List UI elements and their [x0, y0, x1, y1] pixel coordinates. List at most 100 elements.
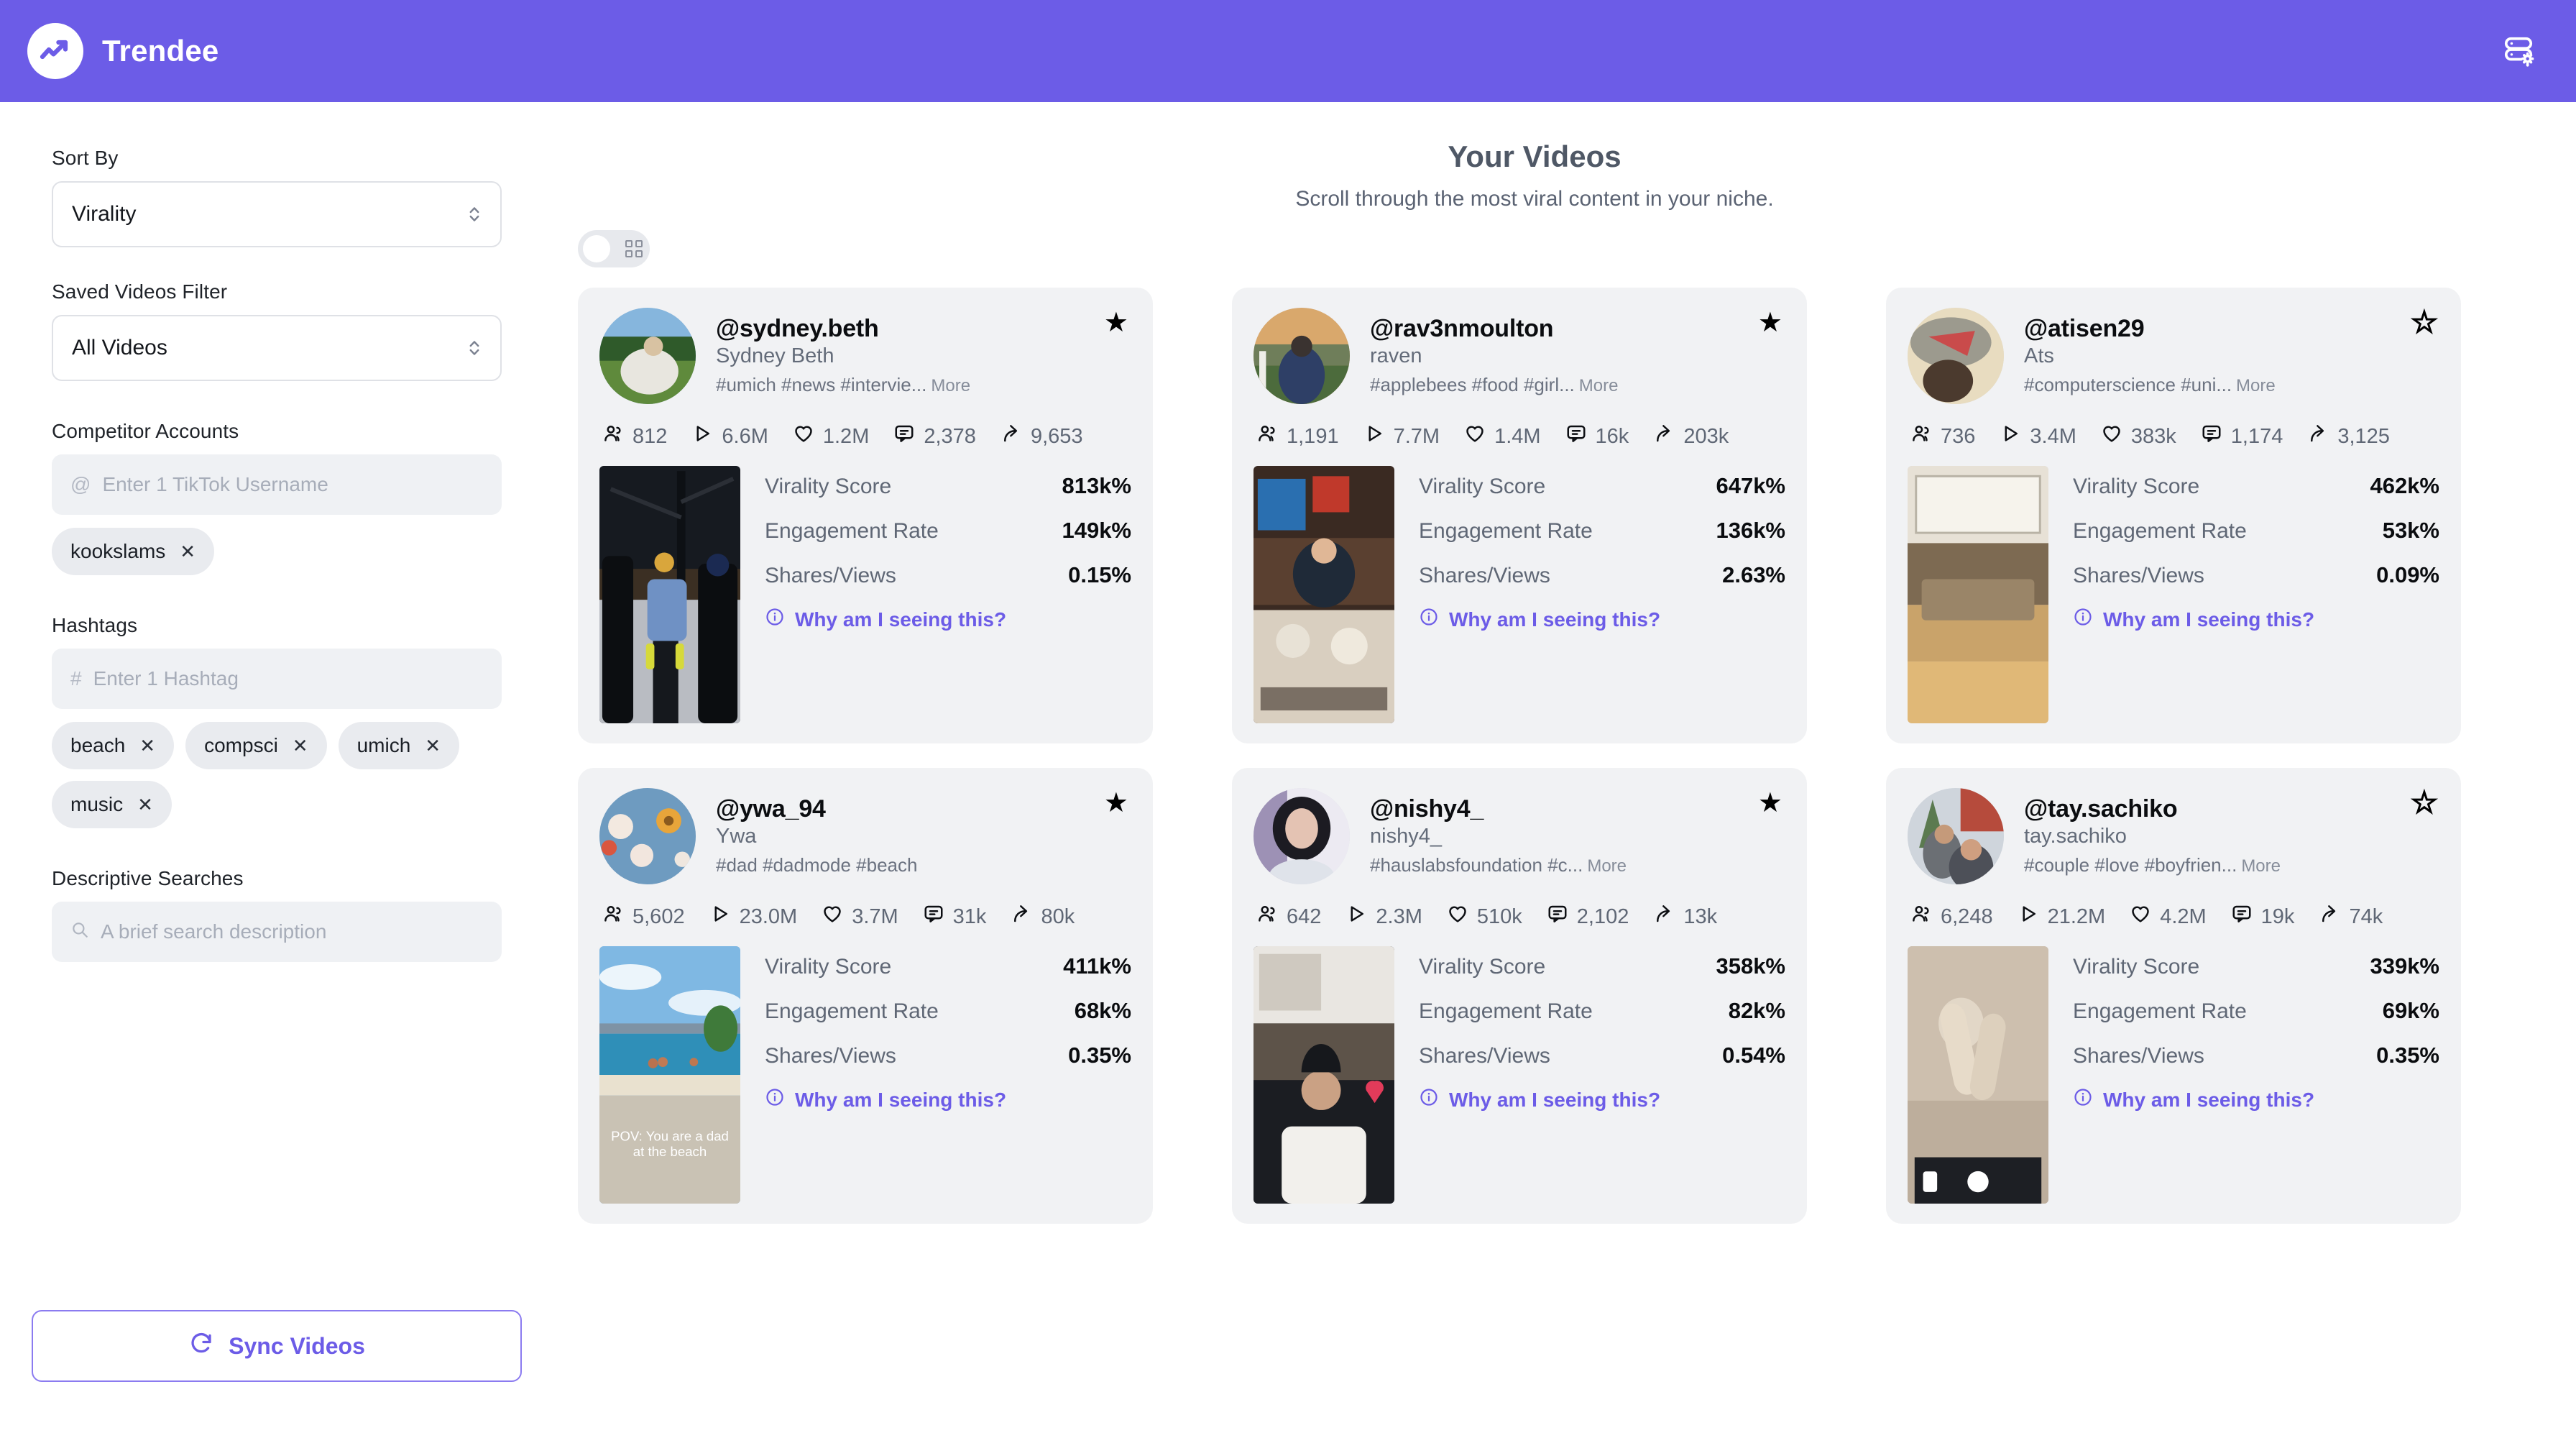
stat-value: 3.7M: [852, 905, 898, 928]
avatar[interactable]: [599, 308, 696, 404]
metric-value: 136k%: [1716, 518, 1785, 543]
stat-comment: 31k: [923, 903, 986, 930]
share-icon: [1653, 423, 1675, 450]
tagline-text: #couple #love #boyfrien...: [2024, 854, 2237, 876]
why-am-i-seeing-this-link[interactable]: Why am I seeing this?: [765, 1087, 1131, 1112]
heart-icon: [822, 903, 843, 930]
card-header: @ywa_94 Ywa #dad #dadmode #beach: [599, 788, 1131, 884]
chevron-up-down-icon: [467, 337, 482, 359]
video-thumbnail[interactable]: [599, 466, 740, 723]
card-body: Virality Score 647k% Engagement Rate 136k% S…: [1254, 466, 1785, 723]
stat-value: 1,174: [2230, 424, 2283, 448]
chip-label: kookslams: [70, 540, 166, 562]
close-icon[interactable]: ✕: [139, 736, 155, 755]
star-icon[interactable]: ★: [2411, 308, 2437, 338]
video-thumbnail[interactable]: [1908, 946, 2048, 1204]
metric-label: Engagement Rate: [1419, 999, 1593, 1023]
why-am-i-seeing-this-link[interactable]: Why am I seeing this?: [765, 607, 1131, 632]
heart-icon: [793, 423, 814, 450]
video-card[interactable]: ★ @tay.sachiko tay.sachiko #couple #love #b…: [1886, 768, 2461, 1224]
metric-row: Shares/Views 0.35%: [2073, 1043, 2439, 1068]
avatar[interactable]: [1908, 308, 2004, 404]
why-am-i-seeing-this-link[interactable]: Why am I seeing this?: [1419, 607, 1785, 632]
why-am-i-seeing-this-link[interactable]: Why am I seeing this?: [1419, 1087, 1785, 1112]
star-icon[interactable]: ★: [2411, 789, 2437, 818]
card-body: Virality Score 462k% Engagement Rate 53k% Sh…: [1908, 466, 2439, 723]
stat-row: 642 2.3M 510k 2,102 13k: [1254, 903, 1785, 930]
competitor-username-input[interactable]: @ Enter 1 TikTok Username: [52, 454, 502, 515]
more-link[interactable]: More: [931, 376, 970, 395]
account-handle[interactable]: @nishy4_: [1370, 795, 1627, 823]
metric-row: Engagement Rate 69k%: [2073, 998, 2439, 1024]
saved-filter-value: All Videos: [72, 336, 167, 360]
stat-value: 6,248: [1941, 905, 1993, 928]
stat-share: 9,653: [1000, 423, 1083, 450]
account-handle[interactable]: @atisen29: [2024, 315, 2276, 343]
more-link[interactable]: More: [1579, 376, 1619, 395]
metrics-list: Virality Score 647k% Engagement Rate 136k% S…: [1419, 466, 1785, 723]
account-handle[interactable]: @ywa_94: [716, 795, 917, 823]
metric-row: Virality Score 339k%: [2073, 953, 2439, 979]
heart-icon: [2130, 903, 2151, 930]
descriptive-search-input[interactable]: A brief search description: [52, 902, 502, 962]
more-link[interactable]: More: [1587, 856, 1627, 876]
close-icon[interactable]: ✕: [137, 795, 153, 814]
brand: Trendee: [27, 23, 218, 79]
account-handle[interactable]: @tay.sachiko: [2024, 795, 2281, 823]
close-icon[interactable]: ✕: [293, 736, 308, 755]
database-settings-icon[interactable]: [2493, 25, 2544, 77]
info-icon: [2073, 1087, 2093, 1112]
avatar[interactable]: [1254, 788, 1350, 884]
account-handle[interactable]: @rav3nmoulton: [1370, 315, 1618, 343]
star-icon[interactable]: ★: [1758, 309, 1782, 336]
metric-label: Virality Score: [765, 475, 892, 498]
followers-icon: [1910, 903, 1932, 930]
video-thumbnail[interactable]: [1254, 466, 1394, 723]
video-thumbnail[interactable]: [1254, 946, 1394, 1204]
video-card[interactable]: ★ @sydney.beth Sydney Beth #umich #news #in…: [578, 288, 1153, 743]
play-icon: [1346, 903, 1367, 930]
star-icon[interactable]: ★: [1104, 309, 1128, 336]
info-icon: [2073, 607, 2093, 632]
video-card[interactable]: ★ @rav3nmoulton raven #applebees #food #gir…: [1232, 288, 1807, 743]
stat-row: 812 6.6M 1.2M 2,378 9,653: [599, 423, 1131, 450]
sync-videos-button[interactable]: Sync Videos: [32, 1310, 522, 1382]
why-am-i-seeing-this-link[interactable]: Why am I seeing this?: [2073, 607, 2439, 632]
at-icon: @: [70, 473, 91, 495]
card-body: Virality Score 813k% Engagement Rate 149k% S…: [599, 466, 1131, 723]
avatar[interactable]: [1908, 788, 2004, 884]
close-icon[interactable]: ✕: [180, 542, 196, 561]
sort-by-select[interactable]: Virality: [52, 181, 502, 247]
stat-value: 16k: [1595, 424, 1629, 448]
saved-filter-select[interactable]: All Videos: [52, 315, 502, 381]
metric-row: Shares/Views 0.15%: [765, 562, 1131, 588]
followers-icon: [602, 423, 624, 450]
avatar[interactable]: [1254, 308, 1350, 404]
more-link[interactable]: More: [2236, 376, 2276, 395]
close-icon[interactable]: ✕: [425, 736, 441, 755]
card-header: @nishy4_ nishy4_ #hauslabsfoundation #c...…: [1254, 788, 1785, 884]
hashtag-input[interactable]: # Enter 1 Hashtag: [52, 649, 502, 709]
svg-text:at the beach: at the beach: [633, 1144, 707, 1159]
video-thumbnail[interactable]: POV: You are a dad at the beach: [599, 946, 740, 1204]
account-handle[interactable]: @sydney.beth: [716, 315, 970, 343]
metric-label: Engagement Rate: [2073, 519, 2247, 543]
video-thumbnail[interactable]: [1908, 466, 2048, 723]
metric-value: 0.35%: [1068, 1043, 1131, 1068]
avatar[interactable]: [599, 788, 696, 884]
video-card[interactable]: ★ @nishy4_ nishy4_ #hauslabsfoundation #c..…: [1232, 768, 1807, 1224]
sort-by-value: Virality: [72, 202, 137, 226]
stat-play: 6.6M: [691, 423, 768, 450]
metric-row: Engagement Rate 68k%: [765, 998, 1131, 1024]
why-am-i-seeing-this-link[interactable]: Why am I seeing this?: [2073, 1087, 2439, 1112]
header-actions: [2493, 25, 2544, 77]
star-icon[interactable]: ★: [1758, 789, 1782, 817]
video-card[interactable]: ★ @atisen29 Ats #computerscience #uni... Mor…: [1886, 288, 2461, 743]
video-card[interactable]: ★ @ywa_94 Ywa #dad #dadmode #beach 5,602 23.0…: [578, 768, 1153, 1224]
more-link[interactable]: More: [2241, 856, 2281, 876]
star-icon[interactable]: ★: [1104, 789, 1128, 817]
stat-followers: 642: [1256, 903, 1321, 930]
view-mode-toggle[interactable]: [578, 230, 650, 267]
stat-heart: 510k: [1447, 903, 1522, 930]
